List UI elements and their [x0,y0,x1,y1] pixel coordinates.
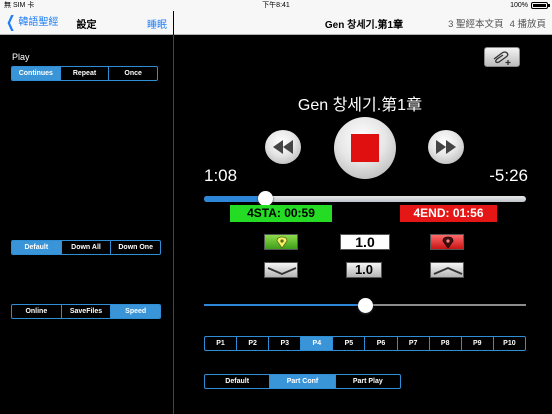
part-segment-p7[interactable]: P7 [398,337,430,350]
playback-rate-button[interactable]: 1.0 [346,262,382,278]
playback-rate-display: 1.0 [340,234,390,250]
split-divider [173,35,174,414]
download-mode-segmented-control: Default Down All Down One [11,240,161,255]
part-segment-p6[interactable]: P6 [365,337,398,350]
play-mode-segment-continues[interactable]: Continues [12,67,61,80]
ab-start-label: 4STA: 00:59 [230,205,332,222]
map-pin-red-icon [442,236,454,249]
chevron-up-icon [433,267,463,275]
paperclip-plus-icon [493,51,511,65]
sleep-button[interactable]: 睡眠 [147,16,167,31]
remaining-time: -5:26 [489,166,528,185]
chevron-down-icon [267,267,297,275]
part-segment-p1[interactable]: P1 [205,337,238,350]
part-segment-p4[interactable]: P4 [301,337,334,350]
part-segment-p3[interactable]: P3 [269,337,302,350]
slower-button[interactable] [264,262,298,278]
part-mode-segment-default[interactable]: Default [205,375,271,388]
download-mode-segment-default[interactable]: Default [12,241,62,254]
part-segment-p2[interactable]: P2 [237,337,270,350]
play-section-label: Play [12,52,30,62]
volume-slider-thumb[interactable] [357,298,373,313]
part-segment-p8[interactable]: P8 [430,337,462,350]
rewind-button[interactable] [265,130,301,164]
part-segment-p9[interactable]: P9 [462,337,494,350]
source-mode-segment-speed[interactable]: Speed [111,305,160,318]
map-pin-green-icon [276,236,288,249]
part-mode-segment-part-play[interactable]: Part Play [336,375,400,388]
part-mode-segment-part-conf[interactable]: Part Conf [270,375,336,388]
settings-nav-bar: ❮ 韓語聖經 設定 睡眠 [0,11,173,35]
set-end-marker-button[interactable] [430,234,464,250]
part-selector-segmented-control: P1 P2 P3 P4 P5 P6 P7 P8 P9 P10 [204,336,526,351]
volume-slider-fill [204,304,365,306]
progress-slider-fill [204,196,266,202]
source-mode-segmented-control: Online SaveFiles Speed [11,304,161,319]
part-mode-segmented-control: Default Part Conf Part Play [204,374,401,389]
ab-end-label: 4END: 01:56 [400,205,497,222]
play-mode-segmented-control: Continues Repeat Once [11,66,158,81]
play-page-button[interactable]: 4 播放頁 [510,16,546,30]
fast-forward-button[interactable] [428,130,464,164]
rewind-icon [273,140,293,154]
progress-slider-thumb[interactable] [257,191,273,206]
download-mode-segment-down-all[interactable]: Down All [62,241,112,254]
source-mode-segment-savefiles[interactable]: SaveFiles [62,305,112,318]
fast-forward-icon [436,140,456,154]
bible-text-page-button[interactable]: 3 聖經本文頁 [448,16,503,30]
stop-button[interactable] [334,117,396,179]
play-mode-segment-repeat[interactable]: Repeat [61,67,110,80]
play-mode-segment-once[interactable]: Once [109,67,157,80]
stop-icon [351,134,379,162]
status-bar: 無 SIM 卡 下午8:41 100% [0,0,552,11]
player-title: Gen 창세기.第1章 [324,20,404,31]
part-segment-p10[interactable]: P10 [494,337,525,350]
faster-button[interactable] [430,262,464,278]
battery-icon [531,2,550,9]
download-mode-segment-down-one[interactable]: Down One [111,241,160,254]
attach-button[interactable] [484,47,520,67]
part-segment-p5[interactable]: P5 [333,337,366,350]
source-mode-segment-online[interactable]: Online [12,305,62,318]
clock-text: 下午8:41 [262,2,290,9]
player-nav-bar: Gen 창세기.第1章 3 聖經本文頁 4 播放頁 [174,11,552,35]
song-title: Gen 창세기.第1章 [297,97,423,114]
battery-text: 100% [510,2,528,9]
elapsed-time: 1:08 [204,166,238,185]
set-start-marker-button[interactable] [264,234,298,250]
